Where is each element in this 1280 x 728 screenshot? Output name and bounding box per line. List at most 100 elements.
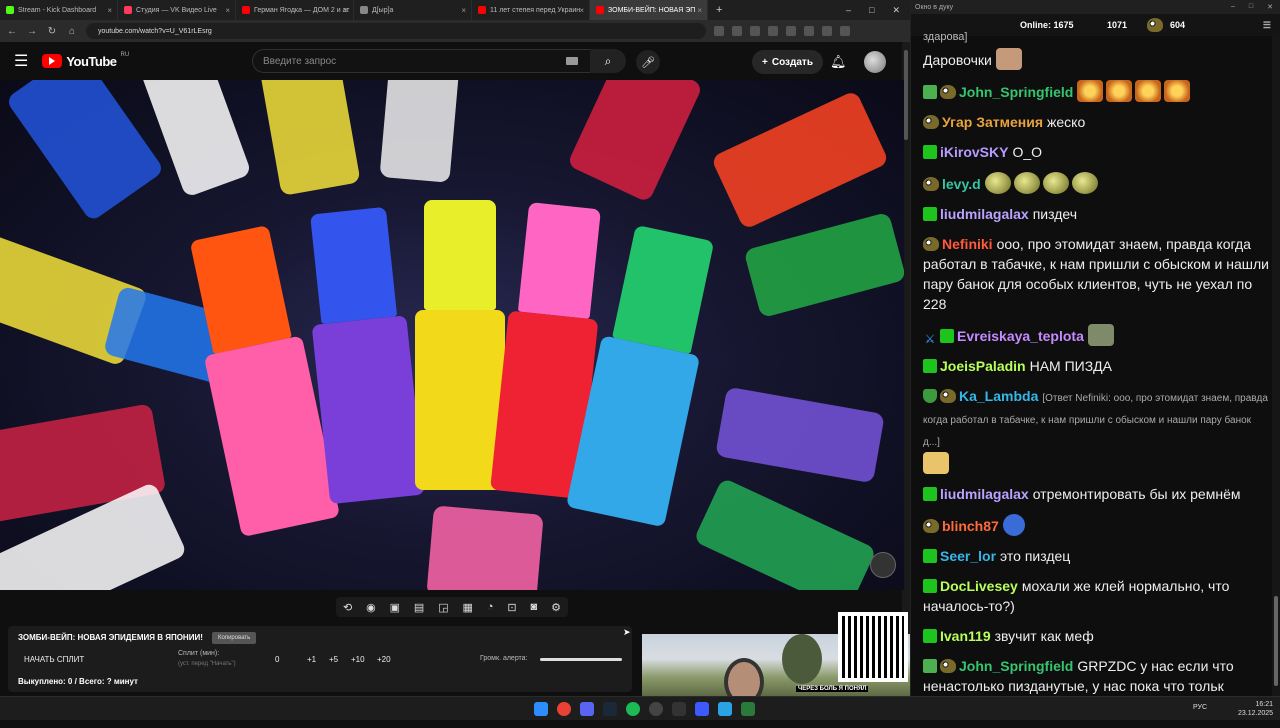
- tab-close-icon[interactable]: ×: [107, 6, 112, 15]
- chat-username[interactable]: iKirovSKY: [940, 144, 1008, 160]
- film-icon[interactable]: ▤: [414, 601, 424, 614]
- chat-username[interactable]: Угар Затмения: [942, 114, 1043, 130]
- extension-icon[interactable]: [822, 26, 832, 36]
- tab-close-icon[interactable]: ×: [579, 6, 584, 15]
- app-icon[interactable]: [741, 702, 755, 716]
- tab-close-icon[interactable]: ×: [343, 6, 348, 15]
- add-5-button[interactable]: +5: [329, 655, 338, 664]
- gear-icon[interactable]: ⚙: [551, 601, 561, 614]
- browser-tab[interactable]: Герман Ягодка — ДОМ 2 и ат ×: [236, 0, 354, 20]
- obs-icon[interactable]: [649, 702, 663, 716]
- bell-icon[interactable]: 🔔︎: [830, 54, 847, 70]
- telegram-icon[interactable]: [718, 702, 732, 716]
- chat-scrollbar[interactable]: [1272, 36, 1280, 696]
- speed-icon[interactable]: ◔: [487, 601, 494, 613]
- chrome-icon[interactable]: [557, 702, 571, 716]
- tab-label: Герман Ягодка — ДОМ 2 и ат: [254, 6, 350, 14]
- clock[interactable]: 16:21 23.12.2025: [1238, 700, 1273, 718]
- extension-icon[interactable]: [732, 26, 742, 36]
- create-button[interactable]: + Создать: [752, 50, 823, 74]
- chat-username[interactable]: John_Springfield: [959, 84, 1073, 100]
- reload-icon[interactable]: ↻: [46, 26, 58, 37]
- start-split-button[interactable]: НАЧАТЬ СПЛИТ: [24, 655, 84, 664]
- broadcast-icon[interactable]: ◉: [366, 601, 376, 614]
- minimize-icon[interactable]: –: [846, 5, 851, 16]
- back-icon[interactable]: ←: [6, 26, 18, 37]
- youtube-logo[interactable]: YouTube RU: [42, 52, 129, 69]
- keyboard-icon[interactable]: [566, 57, 578, 65]
- browser-tab[interactable]: Д[ыр]а ×: [354, 0, 472, 20]
- tv-icon[interactable]: ▣: [390, 601, 400, 614]
- add-20-button[interactable]: +20: [377, 655, 391, 664]
- chat-username[interactable]: Ka_Lambda: [959, 388, 1038, 404]
- minimize-icon[interactable]: –: [1231, 3, 1235, 11]
- alert-volume-slider[interactable]: [540, 658, 622, 661]
- extension-icon[interactable]: [840, 26, 850, 36]
- emote-icon: [1071, 172, 1098, 194]
- mouse-cursor-icon: ➤: [623, 627, 631, 637]
- spotify-icon[interactable]: [626, 702, 640, 716]
- menu-icon[interactable]: ☰: [14, 51, 28, 71]
- avatar[interactable]: [864, 51, 886, 73]
- playlist-icon[interactable]: ▦: [463, 601, 473, 614]
- close-icon[interactable]: ✕: [892, 5, 900, 16]
- split-value-field[interactable]: 0: [275, 655, 279, 664]
- chat-username[interactable]: blinch87: [942, 518, 999, 534]
- close-icon[interactable]: ✕: [1267, 3, 1273, 11]
- chat-username[interactable]: Nefiniki: [942, 236, 993, 252]
- player-icon[interactable]: [695, 702, 709, 716]
- maximize-icon[interactable]: □: [869, 5, 874, 16]
- pip-icon[interactable]: ◲: [438, 601, 448, 614]
- camera-icon[interactable]: ◙: [531, 601, 538, 613]
- bottle-ray: [710, 89, 890, 231]
- tab-close-icon[interactable]: ×: [697, 6, 702, 15]
- discord-icon[interactable]: [580, 702, 594, 716]
- copy-button[interactable]: Копировать: [212, 632, 257, 644]
- video-player[interactable]: [0, 80, 904, 590]
- chat-username[interactable]: Ivan119: [940, 628, 991, 644]
- loop-icon[interactable]: ⟲: [343, 601, 352, 614]
- chat-username[interactable]: liudmilagalax: [940, 206, 1029, 222]
- chat-username[interactable]: Evreiskaya_teplota: [957, 328, 1084, 344]
- home-icon[interactable]: ⌂: [66, 26, 78, 37]
- app-icon[interactable]: [672, 702, 686, 716]
- add-10-button[interactable]: +10: [351, 655, 365, 664]
- maximize-icon[interactable]: □: [1249, 3, 1253, 11]
- new-tab-button[interactable]: +: [708, 4, 730, 16]
- browser-tab[interactable]: ЗОМБИ-ВЕЙП: НОВАЯ ЭП ×: [590, 0, 708, 20]
- split-panel: ЗОМБИ-ВЕЙП: НОВАЯ ЭПИДЕМИЯ В ЯПОНИИ! Коп…: [8, 626, 632, 692]
- chat-username[interactable]: JoeisPaladin: [940, 358, 1026, 374]
- browser-tab[interactable]: Студия — VK Видео Live ×: [118, 0, 236, 20]
- extension-icon[interactable]: [786, 26, 796, 36]
- pepe-badge-icon: [940, 85, 956, 99]
- search-input[interactable]: Введите запрос: [252, 49, 592, 73]
- emote-icon: [1087, 324, 1114, 346]
- split-hint: (уст. перед "Начать"): [178, 661, 236, 667]
- scrollbar-thumb[interactable]: [904, 50, 908, 140]
- language-indicator[interactable]: РУС: [1193, 704, 1207, 711]
- mic-button[interactable]: 🎤︎: [636, 50, 660, 74]
- address-bar[interactable]: youtube.com/watch?v=U_V61rLEsrg: [86, 23, 706, 39]
- tab-close-icon[interactable]: ×: [461, 6, 466, 15]
- start-icon[interactable]: [534, 702, 548, 716]
- add-1-button[interactable]: +1: [307, 655, 316, 664]
- chat-username[interactable]: DocLivesey: [940, 578, 1018, 594]
- steam-icon[interactable]: [603, 702, 617, 716]
- search-button[interactable]: ⌕: [590, 49, 626, 73]
- browser-tab[interactable]: 11 лет степея перед Украин ×: [472, 0, 590, 20]
- extension-icon[interactable]: [768, 26, 778, 36]
- chat-username[interactable]: liudmilagalax: [940, 486, 1029, 502]
- scrollbar-thumb[interactable]: [1274, 596, 1278, 686]
- menu-icon[interactable]: ☰: [1263, 20, 1271, 31]
- tab-close-icon[interactable]: ×: [225, 6, 230, 15]
- chat-username[interactable]: Seer_lor: [940, 548, 996, 564]
- alert-volume-label: Громк. алерта:: [480, 655, 528, 662]
- extension-icon[interactable]: [804, 26, 814, 36]
- chat-username[interactable]: John_Springfield: [959, 658, 1073, 674]
- chat-username[interactable]: levy.d: [942, 176, 981, 192]
- extension-icon[interactable]: [714, 26, 724, 36]
- screenshot-icon[interactable]: ⊡: [507, 601, 516, 614]
- forward-icon[interactable]: →: [26, 26, 38, 37]
- extension-icon[interactable]: [750, 26, 760, 36]
- browser-tab[interactable]: Stream - Kick Dashboard ×: [0, 0, 118, 20]
